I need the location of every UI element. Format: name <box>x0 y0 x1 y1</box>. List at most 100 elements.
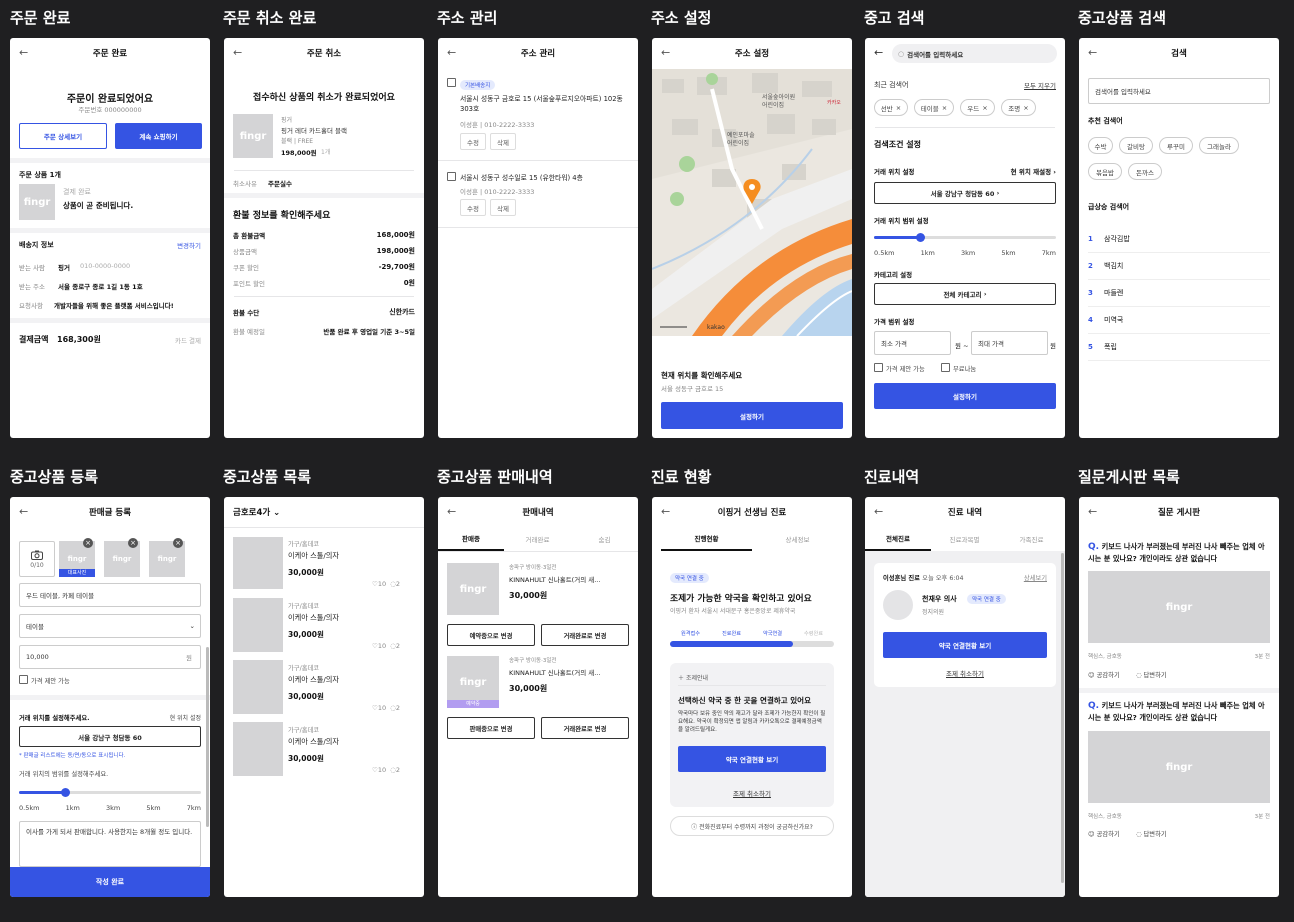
faq-button[interactable]: ⓘ 전화진료부터 수령까지 과정이 궁금하신가요? <box>670 816 834 836</box>
product-thumbnail[interactable] <box>233 598 283 652</box>
tab-progress[interactable]: 진행현황 <box>661 527 752 551</box>
search-input[interactable]: ○ 검색어를 입력하세요 <box>892 44 1057 63</box>
close-icon[interactable]: × <box>942 104 947 112</box>
tab-family[interactable]: 가족진료 <box>998 527 1065 551</box>
recent-chip[interactable]: 조명 × <box>1001 99 1036 116</box>
tab-selling[interactable]: 판매중 <box>438 527 504 551</box>
product-thumbnail[interactable] <box>233 722 283 776</box>
max-price-input[interactable]: 최대 가격 <box>971 331 1048 355</box>
cancel-dispense-link[interactable]: 조제 취소하기 <box>865 668 1065 678</box>
remove-photo-icon[interactable]: × <box>83 538 93 548</box>
detail-link[interactable]: 상세보기 <box>1024 573 1047 582</box>
scrollbar[interactable] <box>1061 553 1064 883</box>
remove-photo-icon[interactable]: × <box>128 538 138 548</box>
recommend-chip[interactable]: 그래놀라 <box>1199 137 1239 154</box>
tab-complete[interactable]: 거래완료 <box>504 527 571 551</box>
tab-detail[interactable]: 상세정보 <box>752 527 843 551</box>
recent-chip[interactable]: 우드 × <box>960 99 995 116</box>
recommend-chip[interactable]: 수박 <box>1088 137 1113 154</box>
range-slider[interactable] <box>874 233 1056 242</box>
product-thumbnail[interactable] <box>233 660 283 714</box>
apply-button[interactable]: 설정하기 <box>874 383 1056 409</box>
reserve-button[interactable]: 예약중으로 변경 <box>447 624 535 646</box>
nego-checkbox[interactable] <box>19 675 28 684</box>
rank-item[interactable]: 5 폭립 <box>1088 334 1270 361</box>
product-name[interactable]: KINNAHULT 신나홀트(거의 새... <box>509 667 600 677</box>
rank-item[interactable]: 3 마들렌 <box>1088 280 1270 307</box>
back-arrow-icon[interactable]: ← <box>661 505 670 518</box>
recent-chip[interactable]: 테이블 × <box>914 99 954 116</box>
product-thumbnail[interactable]: fingr <box>447 563 499 615</box>
product-name[interactable]: 이케아 스툴/의자 <box>288 675 339 685</box>
category-select[interactable]: 테이블 ⌄ <box>19 614 201 638</box>
search-input[interactable]: 검색어를 입력하세요 <box>1088 78 1270 104</box>
complete-button[interactable]: 거래완료로 변경 <box>541 717 629 739</box>
product-thumbnail[interactable] <box>233 537 283 589</box>
set-location-button[interactable]: 설정하기 <box>661 402 843 429</box>
tab-dept[interactable]: 진료과목별 <box>931 527 998 551</box>
tab-hidden[interactable]: 숨김 <box>571 527 638 551</box>
rank-item[interactable]: 2 백김치 <box>1088 253 1270 280</box>
tab-all[interactable]: 전체진료 <box>865 527 931 551</box>
back-arrow-icon[interactable]: ← <box>1088 505 1097 518</box>
category-button[interactable]: 전체 카테고리 › <box>874 283 1056 305</box>
address-checkbox[interactable] <box>447 78 456 87</box>
product-name[interactable]: KINNAHULT 신나홀트(거의 새... <box>509 574 600 584</box>
description-textarea[interactable]: 이사를 가게 되서 판매합니다. 사용한지는 8개월 정도 입니다. <box>19 821 201 867</box>
delete-button[interactable]: 삭제 <box>490 133 516 150</box>
delete-button[interactable]: 삭제 <box>490 199 516 216</box>
rank-item[interactable]: 1 삼각김밥 <box>1088 226 1270 253</box>
photo-add-button[interactable]: 0/10 <box>19 541 55 577</box>
edit-button[interactable]: 수정 <box>460 199 486 216</box>
scrollbar[interactable] <box>206 647 209 827</box>
location-reset-link[interactable]: 현 위치 재설정 › <box>1011 166 1056 176</box>
selling-button[interactable]: 판매중으로 변경 <box>447 717 535 739</box>
post-image[interactable]: fingr <box>1088 731 1270 803</box>
like-button[interactable]: ☺ 공감하기 <box>1088 670 1120 679</box>
location-reset-link[interactable]: 현 위치 설정 <box>170 713 201 722</box>
complete-button[interactable]: 거래완료로 변경 <box>541 624 629 646</box>
nego-checkbox[interactable] <box>874 363 883 372</box>
edit-button[interactable]: 수정 <box>460 133 486 150</box>
product-name[interactable]: 이케아 스툴/의자 <box>288 737 339 747</box>
product-name[interactable]: 이케아 스툴/의자 <box>288 551 339 561</box>
location-selector[interactable]: 금호로4가 ⌄ <box>233 506 280 518</box>
product-name[interactable]: 이케아 스툴/의자 <box>288 613 339 623</box>
cancel-dispense-link[interactable]: 조제 취소하기 <box>652 788 852 798</box>
post-title[interactable]: Q. 키보드 나사가 부러졌는데 부러진 나사 빼주는 업체 아시는 분 있나요… <box>1088 541 1270 565</box>
range-slider[interactable] <box>19 788 201 797</box>
back-arrow-icon[interactable]: ← <box>447 46 456 59</box>
close-icon[interactable]: × <box>982 104 987 112</box>
back-arrow-icon[interactable]: ← <box>874 505 883 518</box>
back-arrow-icon[interactable]: ← <box>233 46 242 59</box>
min-price-input[interactable]: 최소 가격 <box>874 331 951 355</box>
free-checkbox[interactable] <box>941 363 950 372</box>
back-arrow-icon[interactable]: ← <box>19 505 28 518</box>
back-arrow-icon[interactable]: ← <box>874 46 883 59</box>
recommend-chip[interactable]: 돈까스 <box>1128 163 1162 180</box>
post-image[interactable]: fingr <box>1088 571 1270 643</box>
back-arrow-icon[interactable]: ← <box>447 505 456 518</box>
reply-button[interactable]: ◌ 답변하기 <box>1136 670 1167 679</box>
order-detail-button[interactable]: 주문 상세보기 <box>19 123 107 149</box>
recommend-chip[interactable]: 루꾸미 <box>1159 137 1193 154</box>
reply-button[interactable]: ◌ 답변하기 <box>1136 829 1167 838</box>
submit-button[interactable]: 작성 완료 <box>10 867 210 897</box>
remove-photo-icon[interactable]: × <box>173 538 183 548</box>
clear-all-link[interactable]: 모두 지우기 <box>1024 80 1056 90</box>
recommend-chip[interactable]: 갈비탕 <box>1119 137 1153 154</box>
location-button[interactable]: 서울 강남구 청담동 60 › <box>874 182 1056 204</box>
post-title[interactable]: Q. 키보드 나사가 부러졌는데 부러진 나사 빼주는 업체 아시는 분 있나요… <box>1088 700 1270 724</box>
back-arrow-icon[interactable]: ← <box>1088 46 1097 59</box>
pharmacy-status-button[interactable]: 약국 연결현황 보기 <box>678 746 826 772</box>
rank-item[interactable]: 4 미역국 <box>1088 307 1270 334</box>
recommend-chip[interactable]: 볶음밥 <box>1088 163 1122 180</box>
recent-chip[interactable]: 선반 × <box>874 99 908 116</box>
continue-shopping-button[interactable]: 계속 쇼핑하기 <box>115 123 202 149</box>
price-input[interactable]: 10,000 원 <box>19 645 201 669</box>
title-input[interactable]: 우드 테이블, 카페 테이블 <box>19 583 201 607</box>
back-arrow-icon[interactable]: ← <box>19 46 28 59</box>
address-checkbox[interactable] <box>447 172 456 181</box>
pharmacy-status-button[interactable]: 약국 연결현황 보기 <box>883 632 1047 658</box>
map-view[interactable]: 서울숲아이원 어린이집 예인포마솔 어린이집 카카오 kakao <box>652 69 852 336</box>
